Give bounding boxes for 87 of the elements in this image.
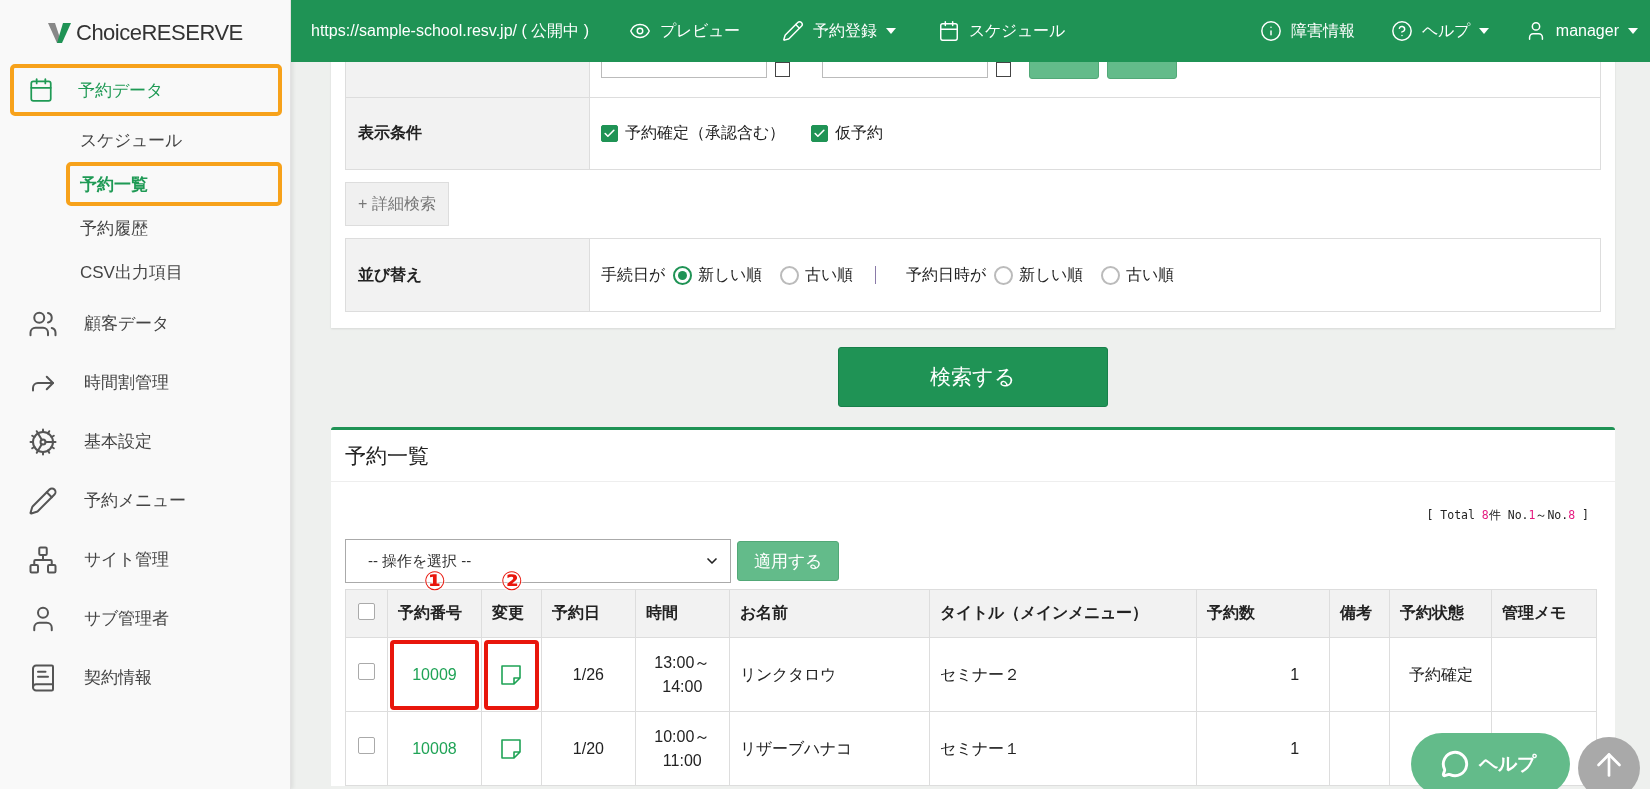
calendar-icon (28, 77, 54, 103)
reservation-number-link[interactable]: 10008 (412, 736, 457, 761)
apply-button[interactable]: 適用する (737, 541, 839, 581)
pencil-icon (28, 485, 58, 516)
nav-link[interactable]: プレビュー (629, 20, 740, 42)
row-checkbox[interactable] (358, 736, 375, 754)
check-icon (813, 127, 826, 140)
sidebar-item[interactable]: 予約メニュー (10, 471, 282, 530)
note-edit-icon[interactable] (500, 663, 523, 686)
table-cell: 1 (1290, 739, 1300, 757)
site-url: https://sample-school.resv.jp/ ( 公開中 ) (311, 20, 589, 41)
nav-link[interactable]: 予約登録 (782, 20, 896, 42)
column-header: 予約状態 (1400, 604, 1465, 621)
column-header: 予約番号 (398, 604, 462, 621)
checkbox-label: 予約確定（承認含む） (625, 123, 785, 143)
checkbox[interactable] (775, 62, 790, 77)
caret-icon (886, 28, 896, 34)
nav-link[interactable]: 障害情報 (1259, 20, 1355, 42)
sidebar-item[interactable]: 顧客データ (10, 294, 282, 353)
column-header: タイトル（メインメニュー） (940, 604, 1149, 621)
column-header: 予約数 (1207, 604, 1256, 621)
sitemap-icon (28, 544, 58, 575)
column-header: 予約日 (551, 604, 600, 621)
radio-button[interactable] (1101, 265, 1120, 285)
list-title: 予約一覧 (345, 442, 429, 469)
radio-button[interactable] (780, 265, 799, 285)
sidebar-subitem[interactable]: 予約一覧 (66, 162, 282, 206)
nav-link[interactable]: manager (1524, 20, 1638, 42)
table-cell: リザーブハナコ (739, 739, 852, 757)
table-cell: 13:00～ 14:00 (654, 653, 711, 695)
check-icon (603, 127, 616, 140)
sidebar-subitem[interactable]: CSV出力項目 (66, 250, 282, 294)
radio-label: 古い順 (1126, 264, 1174, 285)
sidebar-item[interactable]: 時間割管理 (10, 353, 282, 412)
help-chat-button[interactable]: ヘルプ (1411, 733, 1570, 789)
table-cell: セミナー２ (940, 665, 1021, 683)
checkbox[interactable] (996, 62, 1011, 77)
select-all-checkbox[interactable] (358, 603, 375, 620)
chat-bubble-icon (1441, 750, 1469, 778)
column-header: 変更 (491, 604, 524, 621)
sort-label: 予約日時が (906, 264, 986, 285)
column-header: 時間 (645, 604, 678, 621)
help-icon (1390, 20, 1413, 42)
logo-text: ChoiceRESERVE (76, 20, 243, 46)
table-cell: 1 (1290, 665, 1300, 683)
advanced-search-button[interactable]: + 詳細検索 (345, 182, 449, 226)
radio-button[interactable] (673, 265, 692, 285)
radio-label: 古い順 (805, 264, 853, 285)
sidebar-item[interactable]: 基本設定 (10, 412, 282, 471)
note-edit-icon[interactable] (500, 737, 523, 760)
table-cell: リンクタロウ (739, 665, 836, 683)
sort-label: 手続日が (601, 264, 665, 285)
caret-icon (1628, 28, 1638, 34)
sidebar-subitem[interactable]: 予約履歴 (66, 206, 282, 250)
field-label: 並び替え (358, 264, 422, 285)
table-cell: 1/26 (572, 665, 604, 683)
settings-icon (28, 426, 58, 457)
pencil-icon (782, 20, 804, 42)
result-summary: [ Total 8件 No.1～No.8 ] (1426, 508, 1589, 522)
table-cell: 1/20 (572, 739, 604, 757)
table-cell: 予約確定 (1408, 665, 1473, 683)
field-label: 表示条件 (358, 123, 422, 143)
radio-label: 新しい順 (698, 264, 762, 285)
sidebar-item[interactable]: サイト管理 (10, 530, 282, 589)
radio-label: 新しい順 (1019, 264, 1083, 285)
checkbox[interactable] (811, 125, 828, 142)
sidebar-item[interactable]: 契約情報 (10, 648, 282, 707)
row-checkbox[interactable] (358, 662, 375, 680)
sidebar-item[interactable]: 予約データ (10, 64, 282, 116)
column-header: 管理メモ (1502, 604, 1566, 621)
sidebar-item[interactable]: サブ管理者 (10, 589, 282, 648)
reservation-number-link[interactable]: 10009 (412, 662, 457, 687)
table-cell: 10:00～ 11:00 (654, 727, 711, 769)
nav-link[interactable]: ヘルプ (1390, 20, 1489, 42)
nav-link[interactable]: スケジュール (938, 20, 1065, 42)
checkbox[interactable] (601, 125, 618, 142)
table-cell: セミナー１ (940, 739, 1021, 757)
checkbox-label: 仮予約 (835, 123, 883, 143)
sidebar-subitem[interactable]: スケジュール (66, 118, 282, 162)
column-header: お名前 (739, 604, 788, 621)
logo-icon (48, 22, 72, 44)
caret-icon (1478, 28, 1489, 34)
search-button[interactable]: 検索する (838, 347, 1108, 407)
radio-button[interactable] (994, 265, 1013, 285)
column-header: 備考 (1340, 604, 1373, 621)
info-icon (1259, 20, 1282, 42)
calendar-icon (938, 20, 960, 42)
